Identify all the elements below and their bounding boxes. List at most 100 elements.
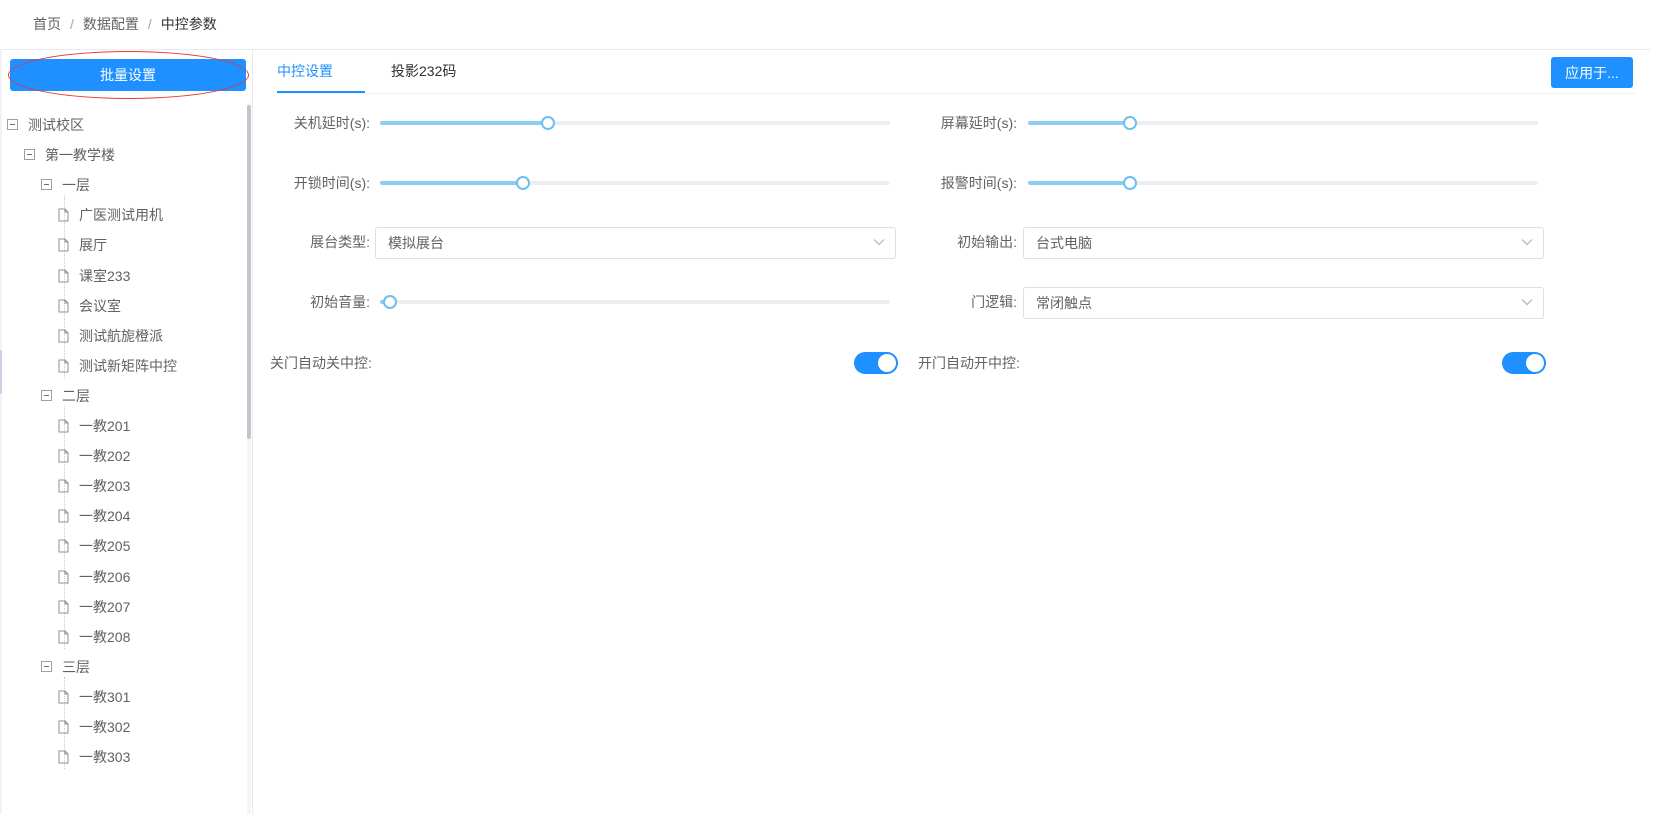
slider-handle[interactable] bbox=[541, 116, 556, 130]
document-icon bbox=[58, 720, 69, 734]
initial-volume-slider[interactable] bbox=[380, 292, 890, 312]
tree-leaf-node[interactable]: 一教301 bbox=[2, 681, 242, 713]
unlock-time-label: 开锁时间(s): bbox=[293, 175, 370, 191]
tree-node-label: 一教208 bbox=[79, 628, 131, 645]
tree-folder-node[interactable]: 第一教学楼 bbox=[2, 139, 242, 171]
document-icon bbox=[58, 449, 69, 463]
document-icon bbox=[58, 359, 69, 373]
chevron-down-icon bbox=[1521, 299, 1533, 306]
tree-leaf-node[interactable]: 一教207 bbox=[2, 591, 242, 623]
document-icon bbox=[58, 600, 69, 614]
tree-node-label: 一教207 bbox=[79, 598, 131, 615]
batch-settings-button[interactable]: 批量设置 bbox=[10, 59, 246, 91]
slider-fill bbox=[380, 121, 549, 125]
initial-output-select[interactable]: 台式电脑 bbox=[1023, 227, 1544, 259]
tree-leaf-node[interactable]: 一教201 bbox=[2, 410, 242, 442]
document-icon bbox=[58, 208, 69, 222]
slider-fill bbox=[1028, 121, 1130, 125]
initial-output-label: 初始输出: bbox=[957, 234, 1017, 250]
tree-node-label: 一教201 bbox=[79, 418, 131, 434]
tree-leaf-node[interactable]: 测试航旎橙派 bbox=[2, 320, 242, 352]
tree-folder-node[interactable]: 三层 bbox=[2, 651, 242, 683]
open-door-auto-on-switch[interactable] bbox=[1502, 352, 1546, 374]
open-door-auto-on-label: 开门自动开中控: bbox=[918, 355, 1020, 371]
tree-leaf-node[interactable]: 课室233 bbox=[2, 260, 242, 292]
tree-leaf-node[interactable]: 一教204 bbox=[2, 500, 242, 532]
document-icon bbox=[58, 269, 69, 282]
tree-leaf-node[interactable]: 展厅 bbox=[2, 229, 242, 261]
slider-handle[interactable] bbox=[1123, 176, 1137, 190]
document-icon bbox=[58, 419, 69, 433]
collapse-toggle-icon[interactable] bbox=[41, 660, 52, 672]
tree-leaf-node[interactable]: 广医测试用机 bbox=[2, 199, 242, 231]
tree-node-label: 二层 bbox=[62, 387, 90, 404]
tree-leaf-node[interactable]: 会议室 bbox=[2, 290, 242, 322]
document-icon bbox=[58, 238, 69, 252]
slider-fill bbox=[1028, 181, 1130, 185]
tree-leaf-node[interactable]: 一教202 bbox=[2, 440, 242, 472]
document-icon bbox=[58, 690, 69, 704]
tree-leaf-node[interactable]: 一教208 bbox=[2, 621, 242, 653]
document-icon bbox=[58, 329, 69, 343]
tab-central-control-settings[interactable]: 中控设置 bbox=[277, 50, 333, 93]
collapse-toggle-icon[interactable] bbox=[41, 389, 52, 401]
tree-node-label: 一教301 bbox=[79, 688, 131, 705]
chevron-down-icon bbox=[873, 239, 885, 246]
unlock-time-slider[interactable] bbox=[380, 173, 890, 193]
screen-delay-label: 屏幕延时(s): bbox=[940, 115, 1017, 131]
breadcrumb-separator: / bbox=[70, 16, 74, 32]
collapse-toggle-icon[interactable] bbox=[41, 179, 52, 191]
slider-handle[interactable] bbox=[515, 176, 530, 190]
shutdown-delay-label: 关机延时(s): bbox=[293, 115, 370, 131]
breadcrumb: 首页 / 数据配置 / 中控参数 bbox=[0, 0, 1650, 50]
tree-node-label: 展厅 bbox=[79, 237, 107, 254]
booth-type-label: 展台类型: bbox=[310, 234, 370, 250]
door-logic-label: 门逻辑: bbox=[971, 294, 1017, 310]
tree-leaf-node[interactable]: 一教206 bbox=[2, 561, 242, 593]
booth-type-select[interactable]: 模拟展台 bbox=[375, 227, 896, 259]
tab-projector-232-code[interactable]: 投影232码 bbox=[391, 50, 456, 93]
switch-knob bbox=[1526, 354, 1544, 372]
alarm-time-label: 报警时间(s): bbox=[940, 175, 1017, 191]
collapse-toggle-icon[interactable] bbox=[7, 119, 18, 130]
tree-leaf-node[interactable]: 一教303 bbox=[2, 741, 242, 773]
tree-folder-node[interactable]: 一层 bbox=[2, 169, 242, 201]
alarm-time-slider[interactable] bbox=[1028, 173, 1538, 193]
tree-folder-node[interactable]: 二层 bbox=[2, 380, 242, 412]
tree-leaf-node[interactable]: 一教205 bbox=[2, 530, 242, 562]
tree-leaf-node[interactable]: 测试新矩阵中控 bbox=[2, 350, 242, 382]
shutdown-delay-slider[interactable] bbox=[380, 113, 890, 133]
close-door-auto-off-switch[interactable] bbox=[854, 352, 898, 374]
slider-handle[interactable] bbox=[1123, 116, 1137, 130]
document-icon bbox=[58, 750, 69, 764]
door-logic-select[interactable]: 常闭触点 bbox=[1023, 287, 1544, 319]
tree-node-label: 测试校区 bbox=[28, 117, 84, 133]
tree-node-label: 一教303 bbox=[79, 749, 131, 766]
tree-folder-node[interactable]: 测试校区 bbox=[2, 109, 242, 141]
close-door-auto-off-label: 关门自动关中控: bbox=[270, 355, 372, 371]
tree-node-label: 三层 bbox=[62, 658, 90, 675]
breadcrumb-data-config[interactable]: 数据配置 bbox=[83, 16, 139, 32]
document-icon bbox=[58, 299, 69, 313]
tree-node-label: 测试航旎橙派 bbox=[79, 327, 163, 344]
tabs-baseline bbox=[277, 93, 1635, 94]
document-icon bbox=[58, 630, 69, 644]
screen-delay-slider[interactable] bbox=[1028, 113, 1538, 133]
tree-node-label: 一层 bbox=[62, 177, 90, 194]
tree-node-label: 课室233 bbox=[79, 267, 131, 284]
document-icon bbox=[58, 539, 69, 553]
document-icon bbox=[58, 509, 69, 523]
tree-node-label: 测试新矩阵中控 bbox=[79, 357, 177, 374]
tree-leaf-node[interactable]: 一教302 bbox=[2, 711, 242, 743]
tree-node-label: 一教202 bbox=[79, 448, 131, 465]
tree-leaf-node[interactable]: 一教203 bbox=[2, 470, 242, 502]
slider-handle[interactable] bbox=[383, 295, 398, 309]
tree-node-label: 一教204 bbox=[79, 508, 131, 525]
initial-volume-label: 初始音量: bbox=[310, 294, 370, 310]
collapse-toggle-icon[interactable] bbox=[24, 149, 35, 161]
breadcrumb-home[interactable]: 首页 bbox=[33, 16, 61, 32]
apply-to-button[interactable]: 应用于... bbox=[1551, 57, 1633, 88]
tree-node-label: 一教206 bbox=[79, 568, 131, 585]
breadcrumb-separator: / bbox=[147, 16, 152, 32]
tree-scrollbar-thumb[interactable] bbox=[247, 105, 251, 439]
